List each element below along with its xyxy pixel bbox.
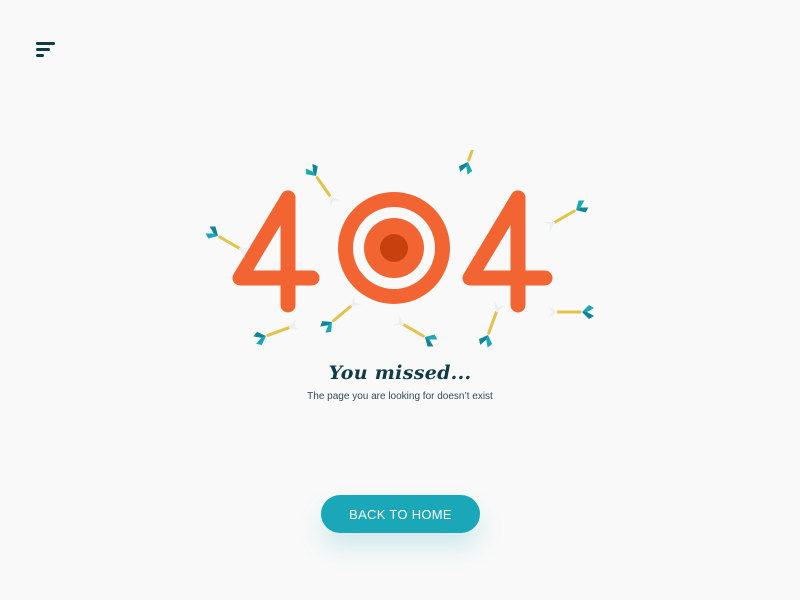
dart-icon [390,312,441,351]
dart-icon [546,303,596,321]
error-404-page: You missed... The page you are looking f… [0,0,800,600]
dart-icon [455,150,488,178]
error-illustration [200,150,600,365]
digit-four-left [232,190,320,313]
target-with-darts-illustration [202,150,596,351]
dart-icon [301,160,343,210]
dart-icon [475,299,508,351]
digit-four-right [462,190,553,313]
dart-icon [250,316,302,349]
error-headline: You missed... [328,362,472,384]
dart-icon [202,222,253,261]
dart-icon [316,293,365,337]
dart-icon [541,196,592,235]
menu-button[interactable] [34,40,58,60]
hamburger-menu-icon [36,42,55,57]
error-description: The page you are looking for doesn’t exi… [307,391,493,402]
target-zero [338,192,450,304]
back-to-home-button[interactable]: BACK TO HOME [321,495,480,533]
